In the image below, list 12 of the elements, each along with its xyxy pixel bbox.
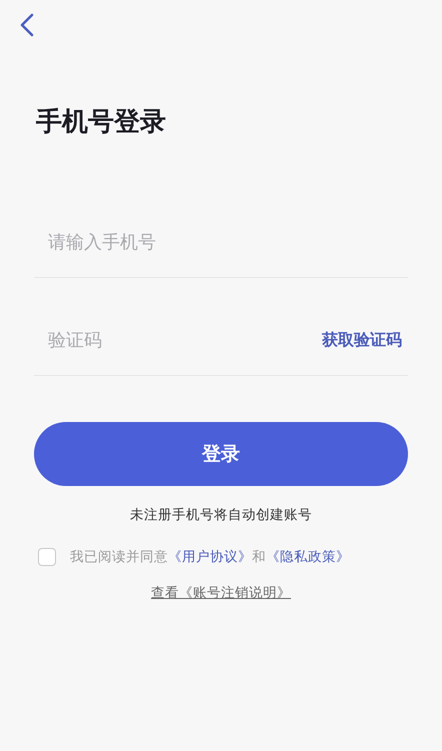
account-cancellation-link[interactable]: 查看《账号注销说明》 <box>151 584 291 602</box>
login-button[interactable]: 登录 <box>34 422 408 486</box>
agreement-text: 我已阅读并同意《用户协议》和《隐私政策》 <box>70 548 350 566</box>
user-agreement-link[interactable]: 《用户协议》 <box>168 549 252 565</box>
privacy-policy-link[interactable]: 《隐私政策》 <box>266 549 350 565</box>
hint-text: 未注册手机号将自动创建账号 <box>129 506 313 524</box>
code-input-field[interactable]: 验证码 <box>34 326 322 356</box>
get-code-button[interactable]: 获取验证码 <box>322 330 408 351</box>
agreement-checkbox[interactable] <box>38 548 56 566</box>
back-icon <box>20 13 34 37</box>
phone-input-field[interactable]: 请输入手机号 <box>34 228 408 258</box>
page-title: 手机号登录 <box>36 106 167 139</box>
